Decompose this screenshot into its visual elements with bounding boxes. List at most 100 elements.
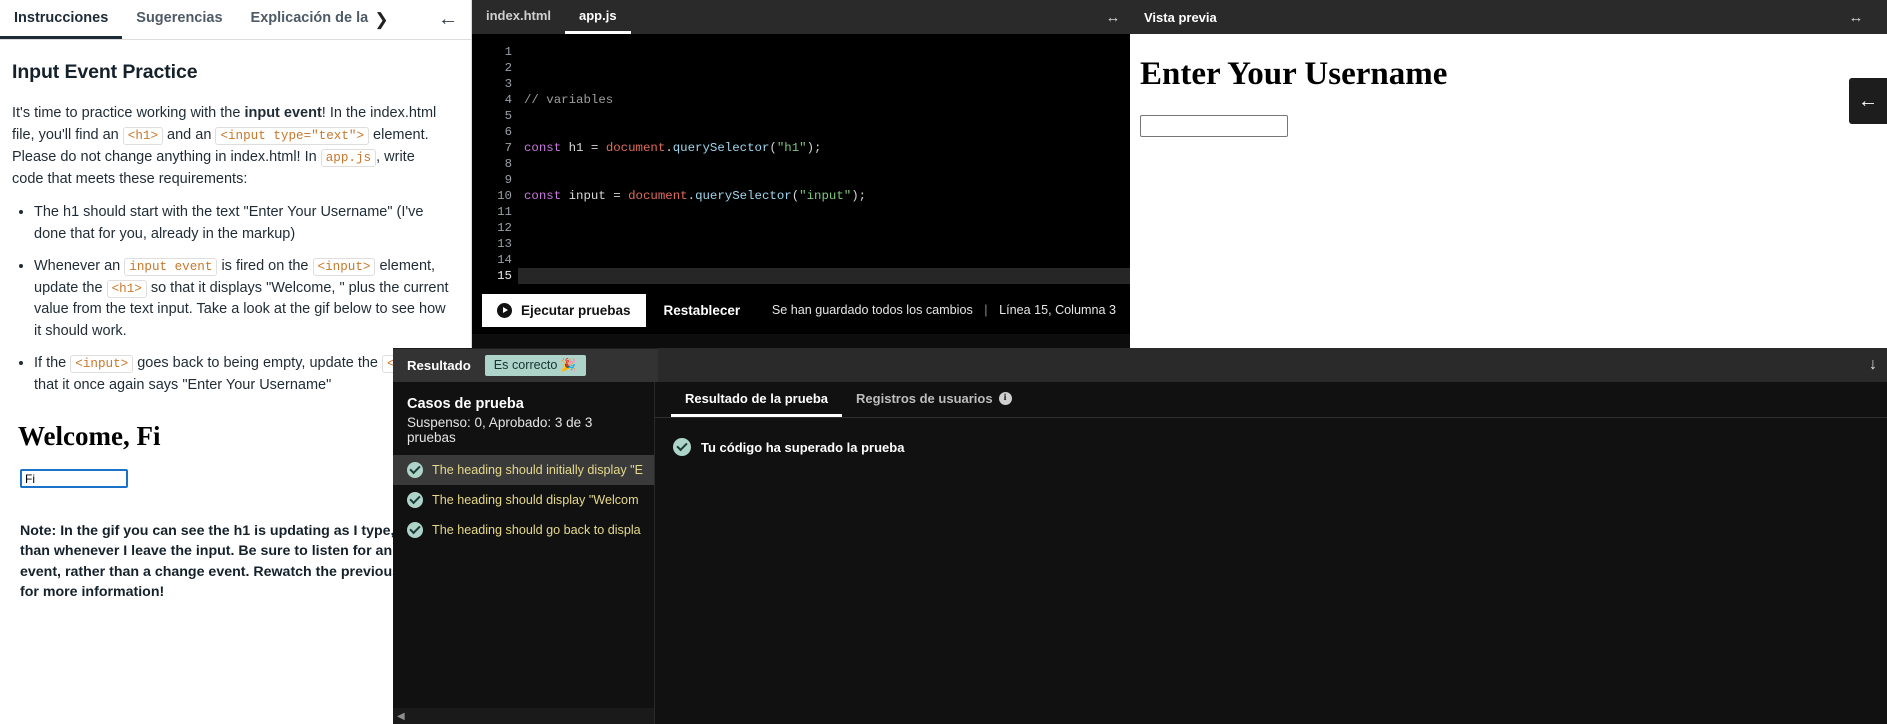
- bullet-1-text: The h1 should start with the text "Enter…: [34, 204, 424, 242]
- page-title: Input Event Practice: [12, 61, 198, 83]
- demo-input[interactable]: [20, 469, 128, 489]
- code-editor[interactable]: 1 2 3 4 5 6 7 8 9 10 11 12 13 14 15 // v…: [472, 34, 1130, 286]
- test-case-label: The heading should display "Welcom: [432, 493, 639, 507]
- test-cases-summary: Suspenso: 0, Aprobado: 3 de 3 pruebas: [407, 415, 593, 445]
- tab-instrucciones[interactable]: Instrucciones: [0, 0, 123, 39]
- arrow-left-icon[interactable]: ←: [425, 0, 471, 39]
- code-input-event: input event: [124, 257, 218, 276]
- test-cases-title: Casos de prueba: [407, 396, 524, 412]
- tab-explicacion-solucion[interactable]: Explicación de la solu: [237, 0, 369, 39]
- code-line: // variables: [524, 93, 614, 107]
- tab-registros-usuarios-label: Registros de usuarios: [856, 390, 993, 406]
- reset-label: Restablecer: [663, 302, 741, 318]
- check-circle-icon: [673, 438, 691, 456]
- chevron-left-icon[interactable]: ◀: [397, 711, 405, 722]
- preview-username-input[interactable]: [1140, 115, 1288, 137]
- tab-sugerencias-label: Sugerencias: [136, 10, 223, 26]
- line-number: 11: [497, 205, 512, 219]
- chevron-down-icon[interactable]: ↓: [1869, 356, 1877, 374]
- code-line: // functions: [524, 284, 1130, 286]
- line-number: 5: [504, 109, 512, 123]
- test-cases-header: Casos de prueba Suspenso: 0, Aprobado: 3…: [393, 382, 654, 455]
- b3-t0: If the: [34, 354, 71, 371]
- b3-t2: goes back to being empty, update the: [133, 354, 383, 371]
- code-line: const input = document.querySelector("in…: [524, 189, 867, 203]
- b2-t2: is fired on the: [217, 257, 313, 274]
- intro-bold: input event: [244, 105, 322, 122]
- line-number: 9: [504, 173, 512, 187]
- file-tab-index-html-label: index.html: [486, 8, 552, 23]
- line-number: 8: [504, 157, 512, 171]
- tab-explicacion-label: Explicación de la solu: [250, 10, 369, 26]
- info-icon: i: [998, 391, 1012, 405]
- reset-button[interactable]: Restablecer: [646, 294, 759, 327]
- instructions-note: Note: In the gif you can see the h1 is u…: [20, 522, 442, 601]
- list-item: The h1 should start with the text "Enter…: [34, 202, 449, 246]
- test-case-label: The heading should go back to displa: [432, 523, 641, 537]
- intro-paragraph: It's time to practice working with the i…: [12, 103, 449, 190]
- horizontal-scrollbar[interactable]: ◀: [393, 708, 654, 724]
- preview-title: Vista previa: [1144, 9, 1217, 25]
- editor-toolbar: Ejecutar pruebas Restablecer Se han guar…: [472, 286, 1130, 334]
- file-tabbar: index.html app.js ↔: [472, 0, 1130, 34]
- code-input-tag-2: <input>: [70, 354, 134, 373]
- tab-registros-usuarios[interactable]: Registros de usuarios i: [842, 382, 1026, 417]
- line-number: 3: [504, 77, 512, 91]
- tab-sugerencias[interactable]: Sugerencias: [122, 0, 236, 39]
- code-input-text: <input type="text">: [215, 127, 370, 145]
- result-body: Casos de prueba Suspenso: 0, Aprobado: 3…: [393, 382, 1887, 724]
- play-icon: [497, 302, 512, 318]
- line-number: 12: [497, 221, 512, 235]
- line-number: 14: [497, 253, 512, 267]
- table-row[interactable]: The heading should initially display "E: [393, 455, 654, 485]
- test-cases-panel: Casos de prueba Suspenso: 0, Aprobado: 3…: [393, 382, 655, 724]
- chevron-right-icon[interactable]: ❯: [369, 0, 395, 39]
- line-number-current: 15: [497, 269, 512, 283]
- run-tests-button[interactable]: Ejecutar pruebas: [482, 293, 646, 327]
- code-line: const h1 = document.querySelector("h1");: [524, 141, 822, 155]
- run-tests-label: Ejecutar pruebas: [521, 302, 631, 318]
- line-number: 7: [504, 141, 512, 155]
- code-content[interactable]: // variables const h1 = document.querySe…: [518, 44, 1130, 286]
- intro-a: It's time to practice working with the: [12, 105, 245, 122]
- code-h1-1: <h1>: [122, 127, 164, 145]
- table-row[interactable]: The heading should go back to displa: [393, 515, 654, 545]
- preview-titlebar: Vista previa ↔: [1130, 0, 1887, 34]
- file-tab-app-js[interactable]: app.js: [565, 0, 631, 34]
- check-circle-icon: [407, 522, 423, 538]
- expand-horizontal-icon[interactable]: ↔: [1839, 9, 1873, 26]
- file-tabbar-spacer: [631, 0, 1096, 34]
- arrow-left-icon[interactable]: ←: [1849, 78, 1887, 124]
- list-item: If the <input> goes back to being empty,…: [34, 353, 449, 397]
- line-number-gutter: 1 2 3 4 5 6 7 8 9 10 11 12 13 14 15: [472, 44, 518, 286]
- tab-resultado-prueba-label: Resultado de la prueba: [685, 390, 829, 406]
- code-input-tag: <input>: [312, 257, 376, 276]
- save-status-text: Se han guardado todos los cambios: [771, 303, 973, 317]
- file-tab-index-html[interactable]: index.html: [472, 0, 565, 34]
- instructions-tabbar: Instrucciones Sugerencias Explicación de…: [0, 0, 471, 40]
- tab-resultado-prueba[interactable]: Resultado de la prueba: [671, 382, 843, 417]
- result-panel: Resultado Es correcto 🎉 Casos de prueba …: [393, 348, 1887, 724]
- line-number: 2: [504, 61, 512, 75]
- line-number: 4: [504, 93, 512, 107]
- line-number: 1: [504, 45, 512, 59]
- table-row[interactable]: The heading should display "Welcom: [393, 485, 654, 515]
- code-h1-2: <h1>: [106, 279, 147, 298]
- list-item: Whenever an input event is fired on the …: [34, 256, 449, 343]
- app-root: Instrucciones Sugerencias Explicación de…: [0, 0, 1887, 724]
- check-circle-icon: [407, 492, 423, 508]
- status-separator: |: [984, 303, 988, 317]
- expand-horizontal-icon[interactable]: ↔: [1096, 0, 1130, 34]
- line-number: 6: [504, 125, 512, 139]
- test-detail-panel: Resultado de la prueba Registros de usua…: [655, 382, 1887, 724]
- b2-t0: Whenever an: [34, 257, 125, 274]
- line-number: 13: [497, 237, 512, 251]
- pass-message-label: Tu código ha superado la prueba: [701, 439, 905, 455]
- code-appjs: app.js: [320, 148, 377, 167]
- pass-message: Tu código ha superado la prueba: [655, 418, 1887, 476]
- detail-tabbar: Resultado de la prueba Registros de usua…: [655, 382, 1887, 418]
- save-status: Se han guardado todos los cambios | Líne…: [772, 303, 1116, 317]
- demo-heading: Welcome, Fi: [18, 421, 161, 452]
- tabbar-spacer: [395, 0, 425, 39]
